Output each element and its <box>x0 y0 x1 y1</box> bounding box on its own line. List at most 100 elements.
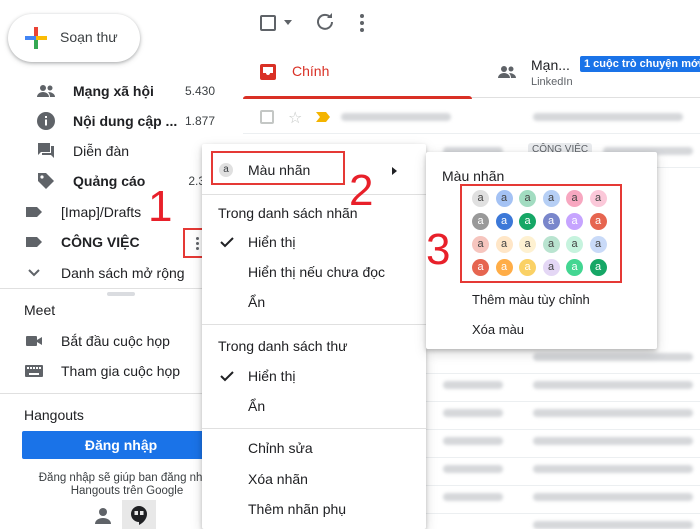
sidebar-item-label: Danh sách mở rộng <box>61 265 185 281</box>
blurred-subject <box>533 113 683 121</box>
select-all-checkbox[interactable] <box>260 15 276 31</box>
inbox-icon <box>260 64 276 80</box>
menu-item-hide-in-message-list[interactable]: Ẩn <box>202 391 426 421</box>
keyboard-icon <box>25 365 43 377</box>
sidebar-resize-handle[interactable] <box>107 292 135 296</box>
star-icon[interactable]: ☆ <box>288 108 302 128</box>
blurred-sender <box>443 493 503 501</box>
sidebar-item-label: Quảng cáo <box>73 173 146 189</box>
blurred-sender <box>443 465 503 473</box>
annotation-step-1: 1 <box>148 182 173 231</box>
table-row[interactable]: ☆ <box>243 100 700 134</box>
highlight-box-swatches <box>460 184 622 283</box>
annotation-step-2: 2 <box>349 166 374 215</box>
color-menu-title: Màu nhãn <box>442 168 505 184</box>
blurred-subject <box>533 493 693 501</box>
hangouts-hint: Đăng nhập sẽ giúp ban đăng nhập Hangouts… <box>38 472 216 497</box>
tag-icon <box>38 173 54 189</box>
menu-item-label: Thêm nhãn phụ <box>248 501 347 517</box>
blurred-sender <box>341 113 451 121</box>
sidebar-item-label: [Imap]/Drafts <box>61 204 142 220</box>
blurred-subject <box>533 521 693 529</box>
more-vert-icon[interactable] <box>359 13 365 33</box>
meet-start-label: Bắt đầu cuộc họp <box>61 333 170 349</box>
section-message-list: Trong danh sách thư <box>218 338 348 354</box>
people-icon <box>37 85 55 97</box>
menu-item-remove-label[interactable]: Xóa nhãn <box>202 464 426 494</box>
menu-item-add-sublabel[interactable]: Thêm nhãn phụ <box>202 494 426 524</box>
person-icon[interactable] <box>93 506 113 526</box>
tab-primary[interactable]: Chính <box>243 46 472 99</box>
menu-item-show-if-unread[interactable]: Hiển thị nếu chưa đọc <box>202 257 426 287</box>
section-label-list: Trong danh sách nhãn <box>218 205 358 221</box>
hangouts-icon <box>131 505 147 525</box>
check-icon <box>220 237 234 248</box>
blurred-subject <box>533 465 693 473</box>
label-icon <box>26 237 42 247</box>
menu-item-label: Chỉnh sửa <box>248 440 313 456</box>
highlight-box-label-color <box>211 151 345 185</box>
tab-primary-label: Chính <box>292 63 330 79</box>
divider <box>202 194 426 195</box>
menu-item-label: Xóa nhãn <box>248 471 308 487</box>
divider <box>202 324 426 325</box>
tab-social[interactable]: Mạn... LinkedIn 1 cuộc trò chuyện mới <box>472 46 700 98</box>
plus-icon <box>25 27 47 49</box>
blurred-sender <box>443 381 503 389</box>
divider <box>202 428 426 429</box>
meet-title: Meet <box>24 302 56 318</box>
category-tabs: Chính Mạn... LinkedIn 1 cuộc trò chuyện … <box>243 46 700 99</box>
meet-join-label: Tham gia cuộc họp <box>61 363 181 379</box>
check-icon <box>220 371 234 382</box>
blurred-subject <box>533 409 693 417</box>
tab-social-sender: LinkedIn <box>531 76 573 88</box>
submenu-arrow-icon <box>392 167 397 175</box>
important-marker-icon[interactable] <box>316 112 330 122</box>
label-icon <box>26 207 42 217</box>
menu-item-show-in-message-list[interactable]: Hiển thị <box>202 361 426 391</box>
annotation-step-3: 3 <box>426 225 451 274</box>
hangouts-tab[interactable] <box>122 500 156 529</box>
hangouts-signin-button[interactable]: Đăng nhập <box>22 431 220 459</box>
sidebar-item-label: Nội dung cập ... <box>73 113 178 129</box>
blurred-subject <box>533 437 693 445</box>
unread-count: 5.430 <box>184 84 215 98</box>
people-icon <box>498 66 516 78</box>
hangouts-title: Hangouts <box>24 407 84 423</box>
menu-item-hide-label[interactable]: Ẩn <box>202 287 426 317</box>
compose-label: Soạn thư <box>60 29 118 45</box>
menu-item-label: Hiển thị <box>248 368 296 384</box>
label-context-menu: a Màu nhãn Trong danh sách nhãn Hiển thị… <box>202 144 426 529</box>
menu-item-label: Hiển thị nếu chưa đọc <box>248 264 386 280</box>
more-vert-icon <box>196 237 199 240</box>
new-conversations-badge: 1 cuộc trò chuyện mới <box>580 56 700 72</box>
sidebar-item-updates[interactable]: Nội dung cập ... 1.877 <box>0 106 243 136</box>
sidebar-item-social[interactable]: Mạng xã hội 5.430 <box>0 76 243 106</box>
toolbar <box>243 0 700 46</box>
tab-active-indicator <box>243 96 472 99</box>
unread-count: 1.877 <box>184 114 215 128</box>
video-camera-icon <box>26 336 42 346</box>
menu-item-show-label[interactable]: Hiển thị <box>202 227 426 257</box>
forum-icon <box>38 143 54 158</box>
blurred-sender <box>443 409 503 417</box>
select-caret-icon[interactable] <box>284 20 292 25</box>
blurred-subject <box>533 381 693 389</box>
row-checkbox[interactable] <box>260 110 274 124</box>
menu-item-edit[interactable]: Chỉnh sửa <box>202 433 426 463</box>
menu-item-label: Ẩn <box>248 294 266 310</box>
info-icon <box>37 112 55 130</box>
refresh-icon[interactable] <box>315 12 335 32</box>
blurred-subject <box>533 353 693 361</box>
blurred-sender <box>443 437 503 445</box>
menu-item-label: Ẩn <box>248 398 266 414</box>
tab-social-label: Mạn... <box>531 57 570 73</box>
sidebar-item-label: CÔNG VIỆC <box>61 234 140 250</box>
menu-item-label: Hiển thị <box>248 234 296 250</box>
sidebar-item-label: Diễn đàn <box>73 143 130 159</box>
add-custom-color[interactable]: Thêm màu tùy chỉnh <box>472 292 590 307</box>
remove-color[interactable]: Xóa màu <box>472 322 524 337</box>
sidebar-item-label: Mạng xã hội <box>73 83 154 99</box>
compose-button[interactable]: Soạn thư <box>8 14 140 62</box>
chevron-down-icon <box>28 269 40 277</box>
